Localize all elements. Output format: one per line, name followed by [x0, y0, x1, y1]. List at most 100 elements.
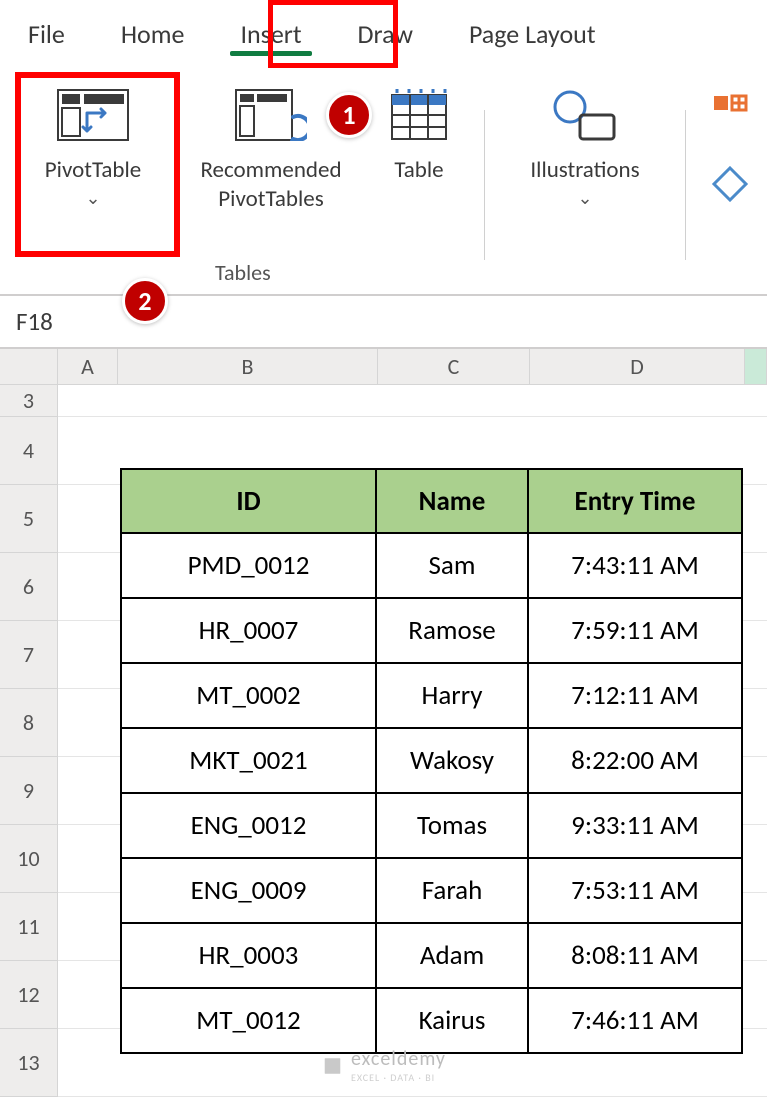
- cell[interactable]: [58, 689, 118, 757]
- cell-name[interactable]: Ramose: [376, 598, 528, 663]
- cell[interactable]: [745, 417, 767, 485]
- ribbon-separator: [484, 110, 485, 260]
- col-header-B[interactable]: B: [118, 349, 378, 385]
- table-row: ENG_0009Farah7:53:11 AM: [121, 858, 742, 923]
- cell-name[interactable]: Harry: [376, 663, 528, 728]
- header-name[interactable]: Name: [376, 469, 528, 533]
- cell[interactable]: [745, 621, 767, 689]
- cell-name[interactable]: Wakosy: [376, 728, 528, 793]
- cell-time[interactable]: 8:22:00 AM: [528, 728, 742, 793]
- row-header[interactable]: 10: [0, 825, 58, 893]
- recommended-pivottables-label-2: PivotTables: [218, 185, 323, 214]
- cell-name[interactable]: Adam: [376, 923, 528, 988]
- namebox-row: F18: [0, 294, 767, 349]
- cell[interactable]: [745, 485, 767, 553]
- cell-id[interactable]: MKT_0021: [121, 728, 376, 793]
- cell[interactable]: [58, 961, 118, 1029]
- data-table: ID Name Entry Time PMD_0012Sam7:43:11 AM…: [120, 468, 743, 1054]
- col-header-D[interactable]: D: [530, 349, 745, 385]
- pivottable-icon: [57, 80, 129, 150]
- cell[interactable]: [745, 689, 767, 757]
- cell-id[interactable]: HR_0003: [121, 923, 376, 988]
- cell[interactable]: [745, 757, 767, 825]
- cell-name[interactable]: Kairus: [376, 988, 528, 1053]
- cell[interactable]: [378, 385, 530, 417]
- cell-id[interactable]: ENG_0009: [121, 858, 376, 923]
- cell[interactable]: [58, 757, 118, 825]
- table-row: MT_0002Harry7:12:11 AM: [121, 663, 742, 728]
- cell[interactable]: [745, 825, 767, 893]
- cell[interactable]: [58, 621, 118, 689]
- row-header[interactable]: 6: [0, 553, 58, 621]
- table-button[interactable]: Table: [374, 76, 464, 189]
- col-header-C[interactable]: C: [378, 349, 530, 385]
- cell[interactable]: [745, 893, 767, 961]
- cell-id[interactable]: ENG_0012: [121, 793, 376, 858]
- cell[interactable]: [58, 485, 118, 553]
- cell[interactable]: [530, 385, 745, 417]
- table-row: ENG_0012Tomas9:33:11 AM: [121, 793, 742, 858]
- cell-id[interactable]: MT_0012: [121, 988, 376, 1053]
- cell[interactable]: [58, 893, 118, 961]
- ribbon-addins-partial: [706, 76, 748, 212]
- recommended-pivottables-icon: [235, 80, 307, 150]
- tab-home[interactable]: Home: [93, 4, 213, 64]
- tab-file[interactable]: File: [0, 4, 93, 64]
- tab-insert[interactable]: Insert: [212, 4, 329, 64]
- cell[interactable]: [745, 553, 767, 621]
- cell-name[interactable]: Tomas: [376, 793, 528, 858]
- cell-name[interactable]: Farah: [376, 858, 528, 923]
- cell[interactable]: [58, 825, 118, 893]
- cell-id[interactable]: PMD_0012: [121, 533, 376, 598]
- addins-icon[interactable]: [712, 94, 748, 140]
- cell[interactable]: [58, 417, 118, 485]
- cell-time[interactable]: 8:08:11 AM: [528, 923, 742, 988]
- row-header[interactable]: 4: [0, 417, 58, 485]
- name-box[interactable]: F18: [0, 296, 200, 347]
- cell[interactable]: [745, 385, 767, 417]
- cell-time[interactable]: 7:43:11 AM: [528, 533, 742, 598]
- watermark: exceldemy EXCEL · DATA · BI: [321, 1047, 446, 1084]
- cell-time[interactable]: 7:59:11 AM: [528, 598, 742, 663]
- cell[interactable]: [745, 1029, 767, 1097]
- cell-time[interactable]: 7:46:11 AM: [528, 988, 742, 1053]
- table-row: HR_0003Adam8:08:11 AM: [121, 923, 742, 988]
- cell-name[interactable]: Sam: [376, 533, 528, 598]
- cell[interactable]: [118, 385, 378, 417]
- row-header[interactable]: 7: [0, 621, 58, 689]
- select-all-corner[interactable]: [0, 349, 58, 385]
- callout-badge-2: 2: [122, 278, 168, 324]
- illustrations-icon: [552, 80, 618, 150]
- cell[interactable]: [58, 1029, 118, 1097]
- cell-id[interactable]: MT_0002: [121, 663, 376, 728]
- ribbon-separator: [685, 110, 686, 260]
- watermark-brand: exceldemy: [351, 1047, 446, 1071]
- tab-page-layout[interactable]: Page Layout: [441, 4, 624, 64]
- illustrations-label: Illustrations: [530, 156, 639, 185]
- header-id[interactable]: ID: [121, 469, 376, 533]
- chevron-down-icon: ⌄: [577, 187, 592, 210]
- table-header-row: ID Name Entry Time: [121, 469, 742, 533]
- row-header[interactable]: 11: [0, 893, 58, 961]
- cell-time[interactable]: 9:33:11 AM: [528, 793, 742, 858]
- cell[interactable]: [58, 553, 118, 621]
- row-header[interactable]: 9: [0, 757, 58, 825]
- row-header[interactable]: 13: [0, 1029, 58, 1097]
- row-header[interactable]: 8: [0, 689, 58, 757]
- row-header[interactable]: 3: [0, 385, 58, 417]
- header-time[interactable]: Entry Time: [528, 469, 742, 533]
- cell-id[interactable]: HR_0007: [121, 598, 376, 663]
- cell[interactable]: [745, 961, 767, 1029]
- row-header[interactable]: 12: [0, 961, 58, 1029]
- cell-time[interactable]: 7:12:11 AM: [528, 663, 742, 728]
- table-row: PMD_0012Sam7:43:11 AM: [121, 533, 742, 598]
- cell[interactable]: [58, 385, 118, 417]
- tab-draw[interactable]: Draw: [330, 4, 441, 64]
- shapes-icon[interactable]: [712, 166, 748, 212]
- cell-time[interactable]: 7:53:11 AM: [528, 858, 742, 923]
- pivottable-button[interactable]: PivotTable ⌄: [18, 76, 168, 213]
- row-header[interactable]: 5: [0, 485, 58, 553]
- col-header-A[interactable]: A: [58, 349, 118, 385]
- illustrations-button[interactable]: Illustrations ⌄: [505, 76, 665, 213]
- col-header-E-partial[interactable]: [745, 349, 767, 385]
